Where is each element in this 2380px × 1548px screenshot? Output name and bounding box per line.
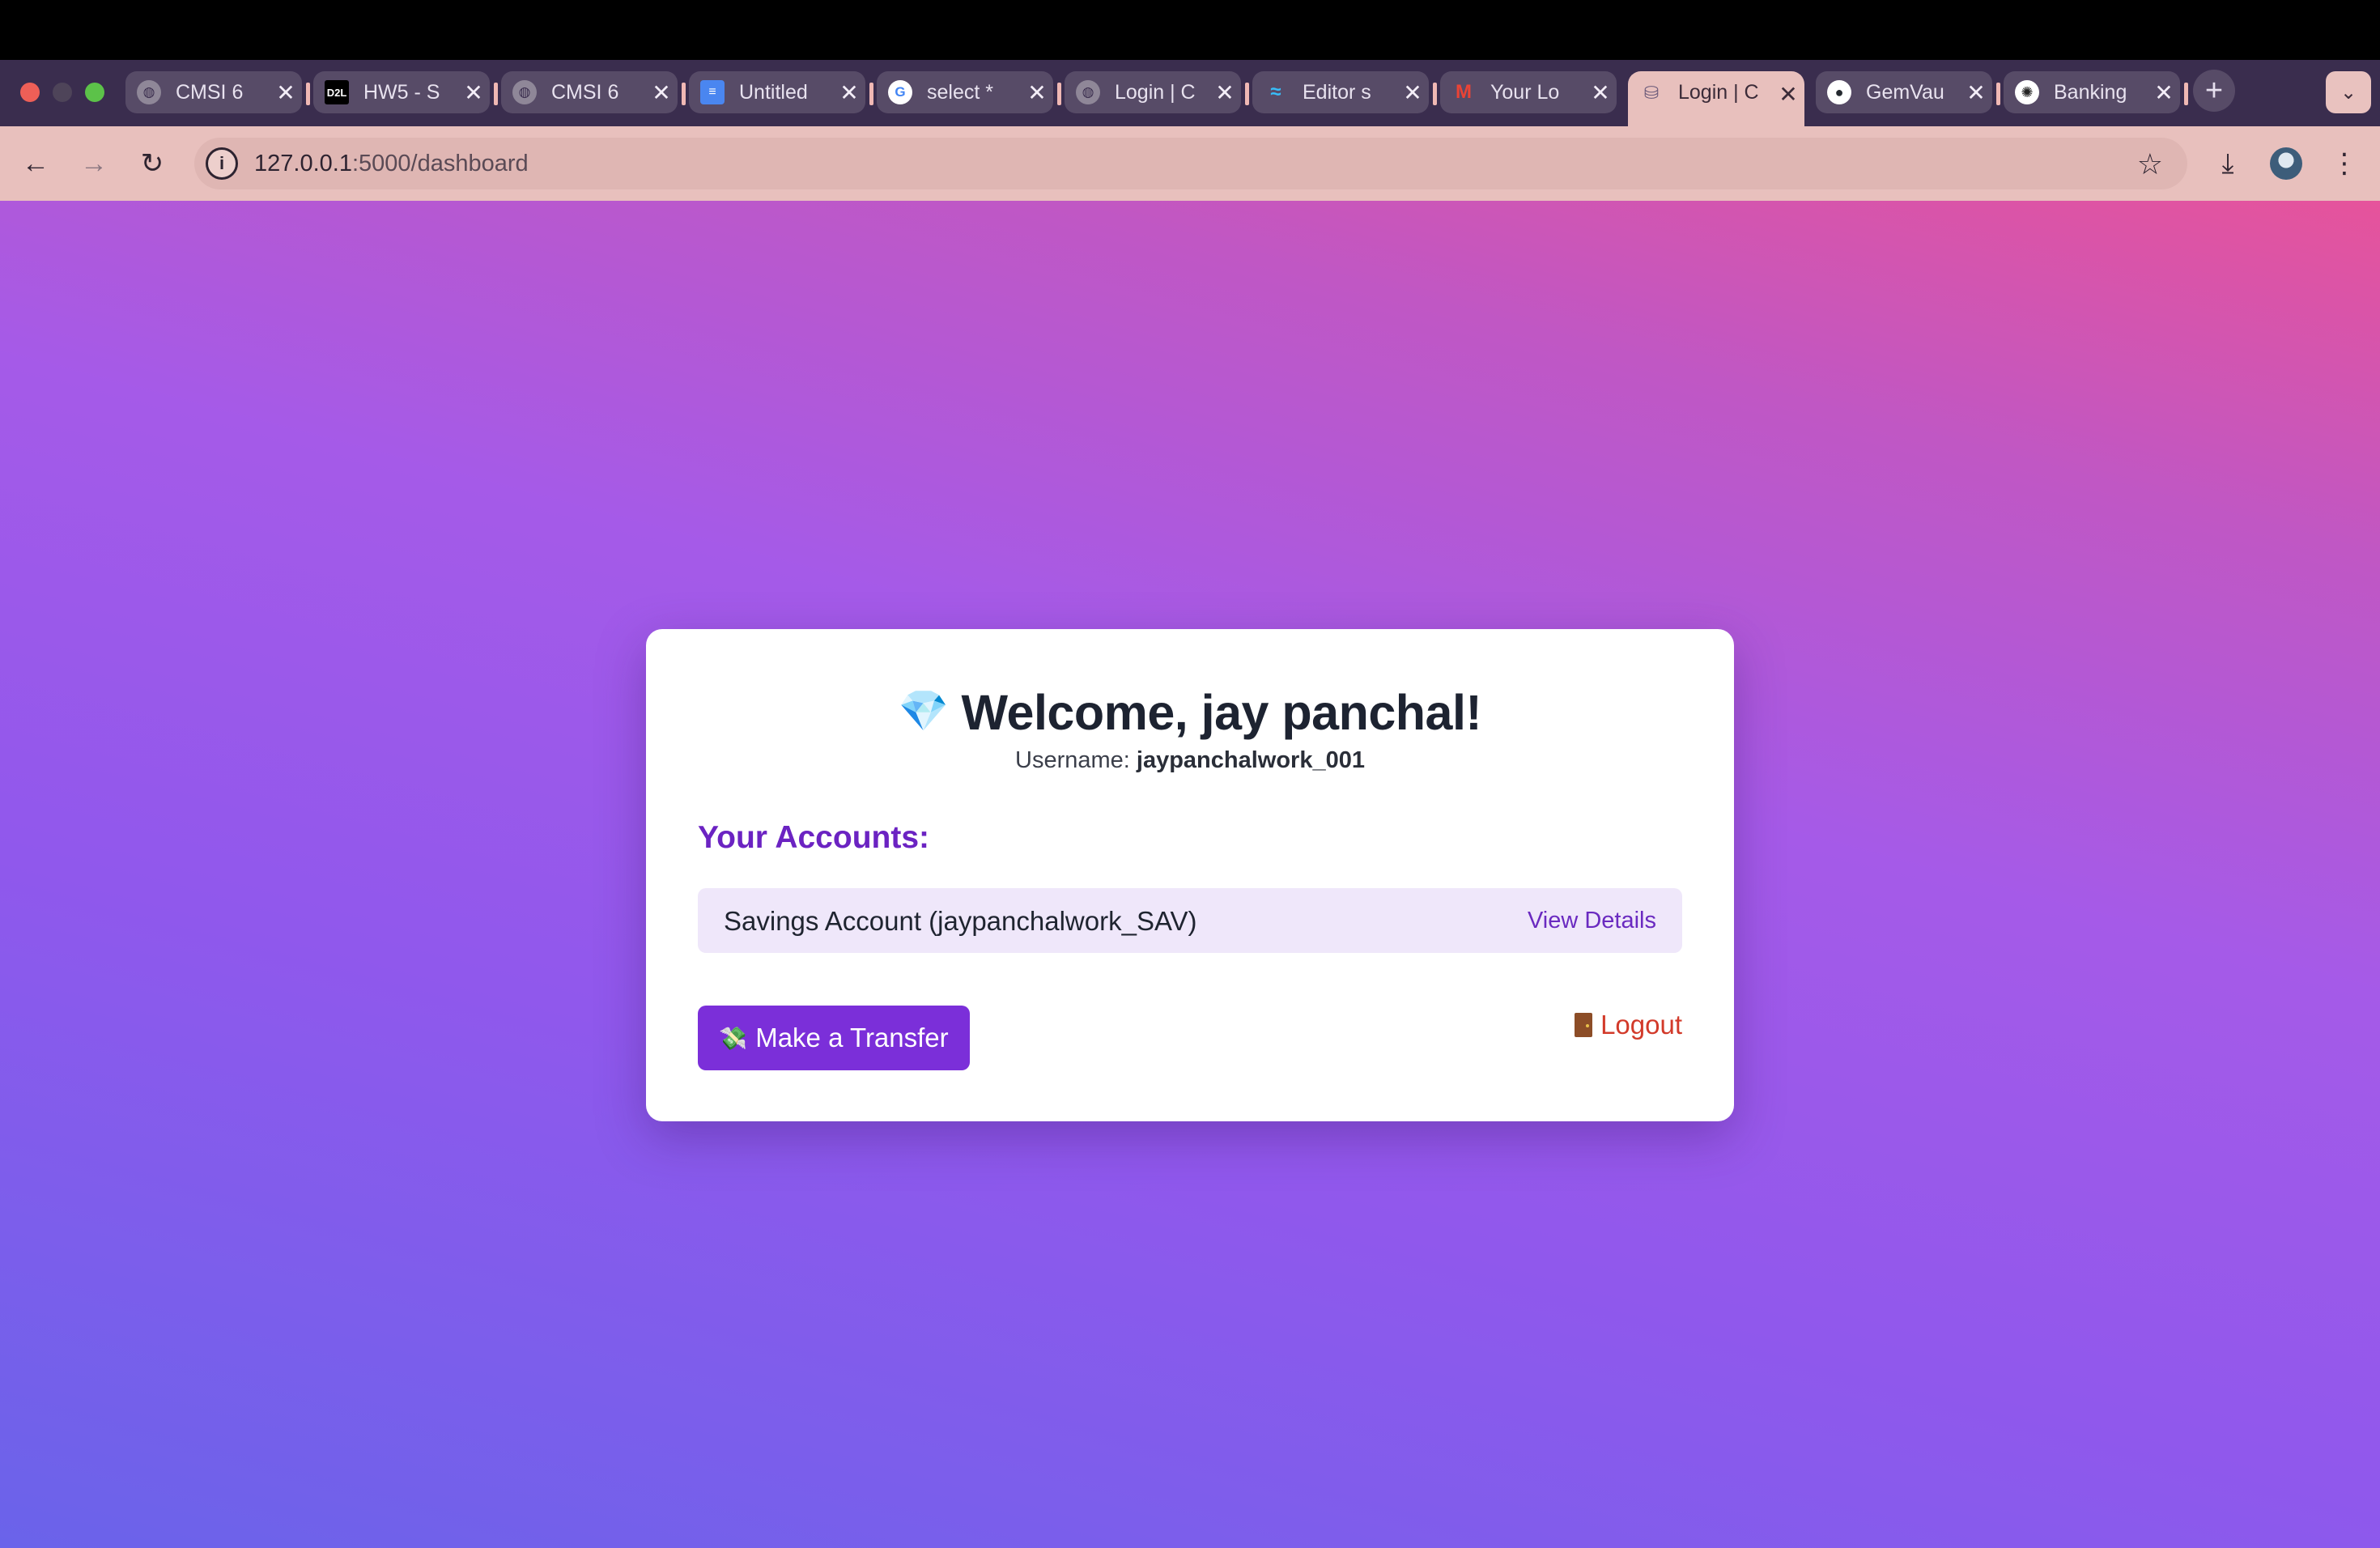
close-tab-icon[interactable]: ✕ xyxy=(2148,79,2180,106)
reload-button[interactable]: ↻ xyxy=(133,144,172,183)
browser-tab[interactable]: ◍ CMSI 6 ✕ xyxy=(125,71,302,113)
close-tab-icon[interactable]: ✕ xyxy=(457,79,490,106)
browser-tab[interactable]: D2L HW5 - S ✕ xyxy=(313,71,490,113)
welcome-text: Welcome, jay panchal! xyxy=(961,685,1482,740)
view-details-link[interactable]: View Details xyxy=(1528,908,1656,934)
menu-bar-area xyxy=(0,0,2380,60)
make-transfer-button[interactable]: 💸 Make a Transfer xyxy=(698,1006,970,1070)
door-icon xyxy=(1575,1013,1593,1037)
plus-icon: + xyxy=(2204,73,2224,108)
github-icon: ● xyxy=(1827,80,1851,104)
forward-button[interactable]: → xyxy=(74,144,113,183)
close-tab-icon[interactable]: ✕ xyxy=(1396,79,1429,106)
dashboard-card: 💎 Welcome, jay panchal! Username: jaypanc… xyxy=(646,629,1734,1121)
tab-separator xyxy=(1433,83,1437,105)
profile-button[interactable] xyxy=(2267,144,2306,183)
browser-tab[interactable]: G select * ✕ xyxy=(877,71,1053,113)
account-row: Savings Account (jaypanchalwork_SAV) Vie… xyxy=(698,888,1682,953)
browser-tab[interactable]: ✺ Banking ✕ xyxy=(2004,71,2180,113)
transfer-label: Make a Transfer xyxy=(755,1023,949,1053)
back-button[interactable]: ← xyxy=(16,144,55,183)
banking-icon: ⛁ xyxy=(1643,83,1660,103)
maximize-window-button[interactable] xyxy=(85,83,104,102)
globe-icon: ◍ xyxy=(512,80,537,104)
username-label: Username: xyxy=(1015,747,1130,773)
gem-icon: 💎 xyxy=(898,688,949,734)
tab-separator xyxy=(494,83,498,105)
gmail-icon: M xyxy=(1456,81,1472,103)
openai-icon: ✺ xyxy=(2015,80,2039,104)
close-window-button[interactable] xyxy=(20,83,40,102)
browser-tab[interactable]: ◍ Login | C ✕ xyxy=(1065,71,1241,113)
browser-tab-active[interactable]: ⛁ Login | C ✕ xyxy=(1628,71,1804,126)
tab-separator xyxy=(1057,83,1061,105)
browser-tab[interactable]: ◍ CMSI 6 ✕ xyxy=(501,71,678,113)
close-tab-icon[interactable]: ✕ xyxy=(833,79,865,106)
logout-link[interactable]: Logout xyxy=(1575,1010,1682,1040)
account-name: Savings Account (jaypanchalwork_SAV) xyxy=(724,906,1197,936)
tab-separator xyxy=(306,83,310,105)
tab-separator xyxy=(869,83,873,105)
back-arrow-icon: ← xyxy=(22,147,49,179)
bookmark-star-icon[interactable]: ☆ xyxy=(2137,147,2163,181)
page-title: 💎 Welcome, jay panchal! xyxy=(646,684,1734,741)
forward-arrow-icon: → xyxy=(80,147,108,179)
tab-separator xyxy=(682,83,686,105)
logout-label: Logout xyxy=(1600,1010,1682,1040)
url-text[interactable]: 127.0.0.1:5000/dashboard xyxy=(254,151,529,177)
browser-tab[interactable]: M Your Lo ✕ xyxy=(1440,71,1617,113)
browser-menu-button[interactable]: ⋮ xyxy=(2325,144,2364,183)
tailwind-icon: ≈ xyxy=(1270,81,1281,103)
close-tab-icon[interactable]: ✕ xyxy=(1209,79,1241,106)
accounts-heading: Your Accounts: xyxy=(698,820,930,855)
site-info-icon[interactable]: i xyxy=(206,147,238,180)
tab-separator xyxy=(1245,83,1249,105)
browser-tab[interactable]: ● GemVau ✕ xyxy=(1816,71,1992,113)
close-tab-icon[interactable]: ✕ xyxy=(1960,79,1992,106)
browser-tab[interactable]: ≈ Editor s ✕ xyxy=(1252,71,1429,113)
username-value: jaypanchalwork_001 xyxy=(1136,747,1365,773)
money-wings-icon: 💸 xyxy=(719,1025,748,1051)
tab-separator xyxy=(1996,83,2000,105)
address-bar[interactable]: i 127.0.0.1:5000/dashboard ☆ xyxy=(194,138,2187,189)
minimize-window-button[interactable] xyxy=(53,83,72,102)
download-icon: ⤓ xyxy=(2221,147,2234,179)
username-line: Username: jaypanchalwork_001 xyxy=(646,747,1734,774)
google-icon: G xyxy=(888,80,912,104)
d2l-icon: D2L xyxy=(325,80,349,104)
browser-tab[interactable]: ≡ Untitled ✕ xyxy=(689,71,865,113)
new-tab-button[interactable]: + xyxy=(2193,70,2235,112)
reload-icon: ↻ xyxy=(140,148,164,179)
avatar xyxy=(2270,147,2302,180)
kebab-menu-icon: ⋮ xyxy=(2331,148,2358,179)
downloads-button[interactable]: ⤓ xyxy=(2208,144,2247,183)
close-tab-icon[interactable]: ✕ xyxy=(270,79,302,106)
tab-search-button[interactable]: ⌄ xyxy=(2326,71,2371,113)
close-tab-icon[interactable]: ✕ xyxy=(1021,79,1053,106)
close-tab-icon[interactable]: ✕ xyxy=(1584,79,1617,106)
globe-icon: ◍ xyxy=(1076,80,1100,104)
close-tab-icon[interactable]: ✕ xyxy=(1772,81,1804,108)
tab-separator xyxy=(2184,83,2188,105)
close-tab-icon[interactable]: ✕ xyxy=(645,79,678,106)
docs-icon: ≡ xyxy=(700,80,725,104)
chevron-down-icon: ⌄ xyxy=(2340,81,2357,104)
globe-icon: ◍ xyxy=(137,80,161,104)
